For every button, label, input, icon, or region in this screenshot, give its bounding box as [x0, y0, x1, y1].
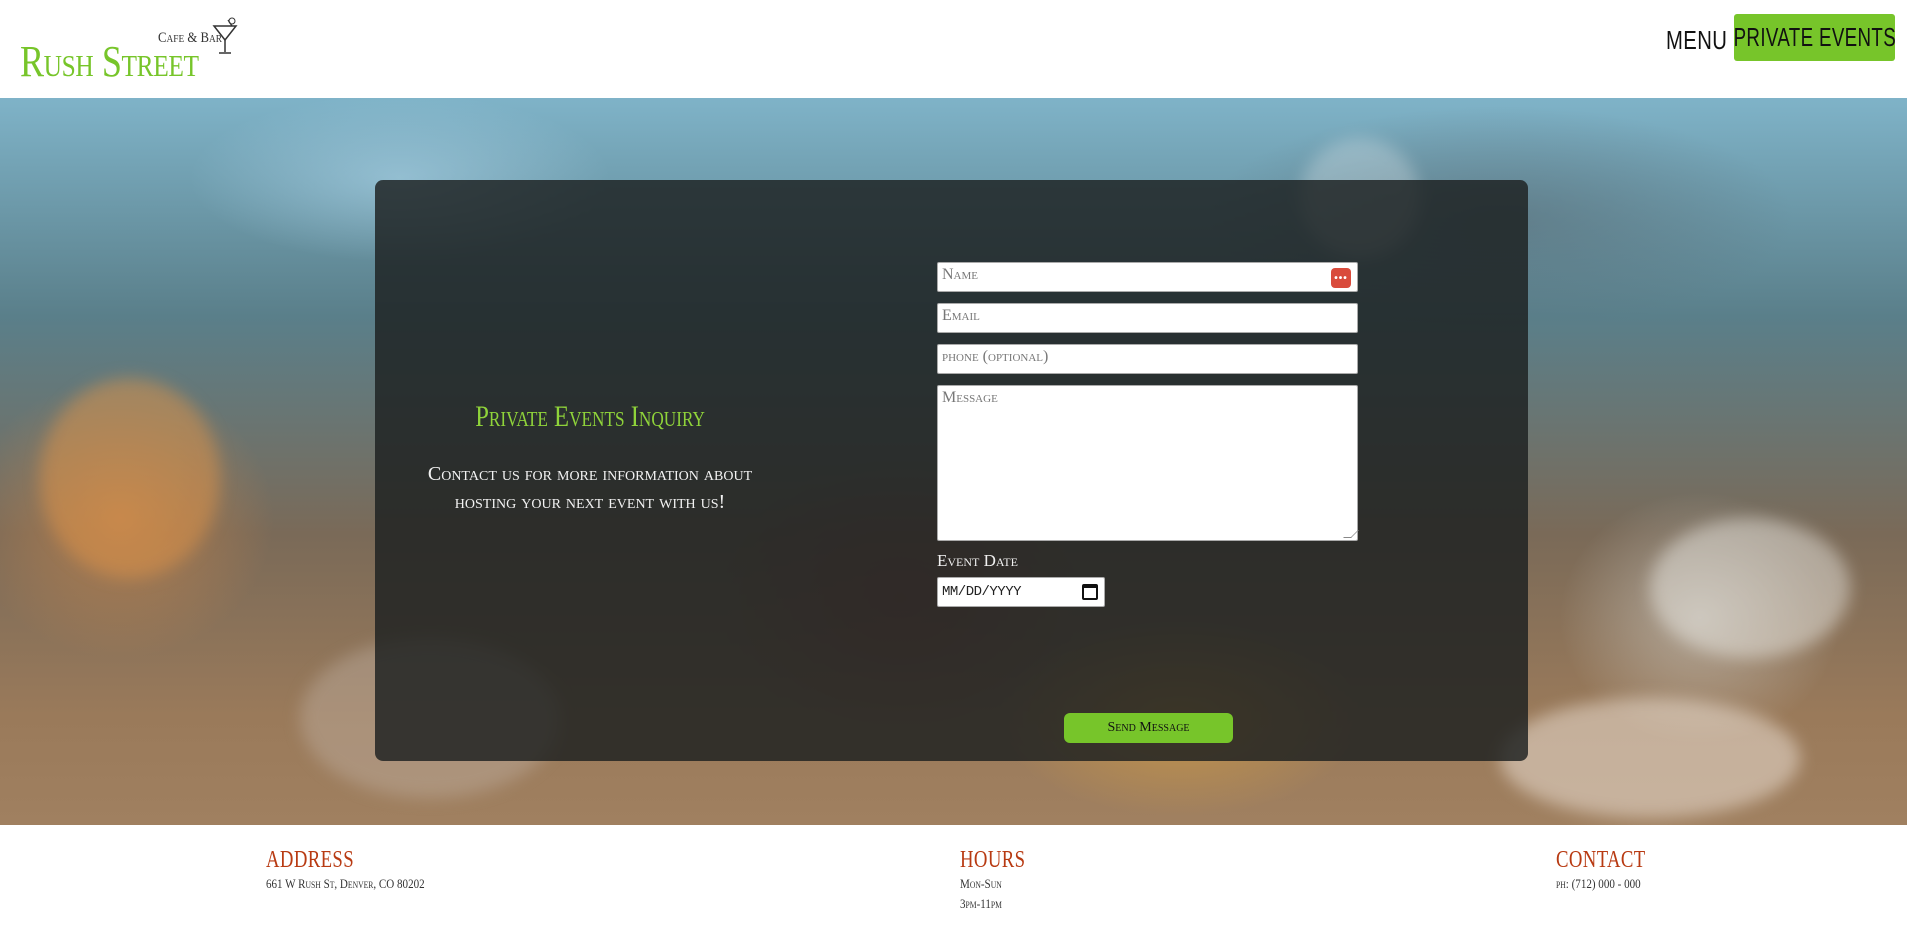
nav-menu-link[interactable]: MENU	[1666, 22, 1727, 58]
hero-background: Private Events Inquiry Contact us for mo…	[0, 98, 1907, 825]
calendar-icon[interactable]	[1082, 584, 1098, 600]
send-message-label: Send Message	[1107, 720, 1190, 735]
footer-address: ADDRESS 661 W Rush St, Denver, CO 80202	[266, 847, 453, 894]
password-manager-icon[interactable]: •••	[1331, 268, 1351, 288]
footer-contact: CONTACT ph: (712) 000 - 000	[1556, 847, 1671, 894]
phone-placeholder: phone (optional)	[942, 348, 1049, 365]
hours-heading: HOURS	[960, 847, 1026, 873]
name-placeholder: Name	[942, 266, 978, 283]
resize-grip-icon[interactable]	[1343, 530, 1359, 538]
inquiry-panel: Private Events Inquiry Contact us for mo…	[375, 180, 1528, 761]
nav-private-events-button[interactable]: PRIVATE EVENTS	[1733, 14, 1896, 61]
event-date-value: MM/DD/YYYY	[942, 584, 1022, 600]
footer-hours: HOURS Mon-Sun 3pm-11pm	[960, 847, 1026, 914]
email-input[interactable]: Email	[937, 303, 1358, 333]
site-header: Rush Street Cafe & Bar MENU PRIVATE EVEN…	[0, 0, 1907, 98]
email-placeholder: Email	[942, 307, 980, 324]
hours-times: 3pm-11pm	[960, 896, 1002, 911]
martini-glass-icon	[212, 17, 238, 54]
inquiry-description: Contact us for more information about ho…	[427, 463, 753, 513]
message-placeholder: Message	[942, 389, 998, 406]
message-textarea[interactable]: Message	[937, 385, 1359, 541]
name-input[interactable]: Name •••	[937, 262, 1358, 292]
bokeh-highlight	[1650, 518, 1850, 658]
contact-phone[interactable]: ph: (712) 000 - 000	[1556, 874, 1654, 894]
event-date-input[interactable]: MM/DD/YYYY	[937, 577, 1105, 607]
phone-input[interactable]: phone (optional)	[937, 344, 1358, 374]
event-date-label: Event Date	[937, 551, 1018, 570]
address-line: 661 W Rush St, Denver, CO 80202	[266, 876, 425, 891]
inquiry-title: Private Events Inquiry	[475, 400, 705, 433]
send-message-button[interactable]: Send Message	[1064, 713, 1233, 743]
nav-private-events-label: PRIVATE EVENTS	[1733, 22, 1896, 52]
bokeh-highlight	[40, 378, 220, 578]
hours-days: Mon-Sun	[960, 876, 1002, 891]
bokeh-highlight	[1500, 698, 1800, 818]
address-heading: ADDRESS	[266, 847, 355, 873]
site-footer: ADDRESS 661 W Rush St, Denver, CO 80202 …	[0, 825, 1907, 938]
contact-heading: CONTACT	[1556, 847, 1646, 873]
